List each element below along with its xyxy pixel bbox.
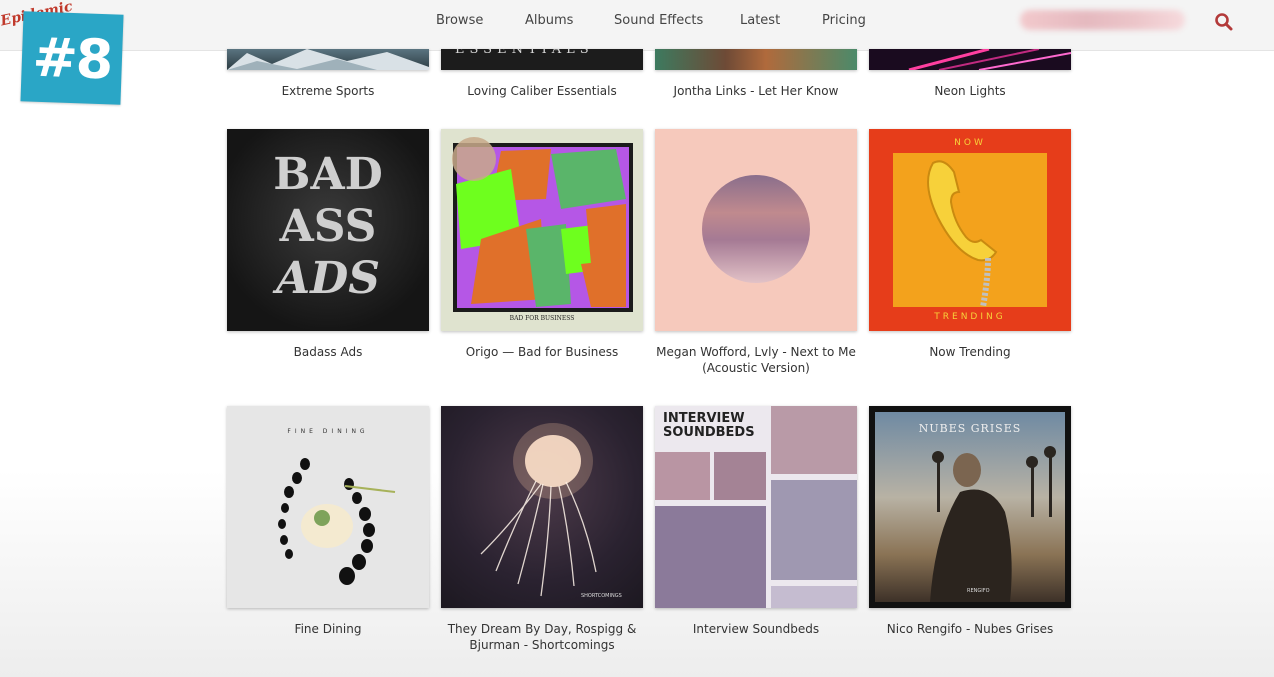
cover-text-line: BAD (273, 149, 383, 200)
nav-albums[interactable]: Albums (525, 13, 573, 28)
cover-text: INTERVIEW SOUNDBEDS (663, 412, 755, 440)
album-title[interactable]: Megan Wofford, Lvly - Next to Me (Acoust… (655, 344, 857, 376)
cover-text-line: INTERVIEW (663, 411, 745, 426)
album-cover[interactable] (869, 49, 1071, 70)
cover-text-line: ADS (275, 253, 381, 304)
album-cover[interactable] (655, 129, 857, 331)
album-cover[interactable]: NUBES GRISES RENGIFO (869, 406, 1071, 608)
album-title[interactable]: Nico Rengifo - Nubes Grises (869, 621, 1071, 637)
album-card[interactable]: SHORTCOMINGS They Dream By Day, Rospigg … (441, 406, 643, 653)
album-card[interactable]: BAD FOR BUSINESS Origo — Bad for Busines… (441, 129, 643, 360)
album-cover[interactable]: SHORTCOMINGS (441, 406, 643, 608)
cover-text: NOW (954, 138, 986, 148)
album-title[interactable]: Neon Lights (869, 83, 1071, 99)
album-title[interactable]: Now Trending (869, 344, 1071, 360)
cover-text: ESSENTIALS (455, 49, 594, 57)
album-card[interactable]: INTERVIEW SOUNDBEDS Interview Soundbeds (655, 406, 857, 637)
album-card[interactable]: NUBES GRISES RENGIFO Nico Rengifo - Nube… (869, 406, 1071, 637)
album-cover[interactable] (655, 49, 857, 70)
album-card[interactable]: BAD ASS ADS Badass Ads (227, 129, 429, 360)
album-cover[interactable]: BAD ASS ADS (227, 129, 429, 331)
cover-photo: NUBES GRISES RENGIFO (875, 412, 1065, 602)
cover-text-line: SOUNDBEDS (663, 425, 755, 440)
search-icon[interactable] (1213, 11, 1235, 33)
album-card[interactable]: ESSENTIALS Loving Caliber Essentials (441, 49, 643, 99)
cover-text: BAD FOR BUSINESS (509, 315, 575, 322)
album-cover[interactable]: INTERVIEW SOUNDBEDS (655, 406, 857, 608)
album-cover[interactable]: FINE DINING (227, 406, 429, 608)
nav-pricing[interactable]: Pricing (822, 13, 866, 28)
nav-browse[interactable]: Browse (436, 13, 483, 28)
album-title[interactable]: Loving Caliber Essentials (441, 83, 643, 99)
album-cover[interactable]: NOW TRENDING (869, 129, 1071, 331)
album-card[interactable]: FINE DINING Fine Dining (227, 406, 429, 637)
album-title[interactable]: Extreme Sports (227, 83, 429, 99)
cover-circle-art (702, 175, 810, 283)
album-card[interactable]: Extreme Sports (227, 49, 429, 99)
cover-text: TRENDING (934, 312, 1006, 322)
account-area-blurred[interactable] (1020, 10, 1185, 30)
nav-sound-effects[interactable]: Sound Effects (614, 13, 703, 28)
top-nav-bar: Epidemic Browse Albums Sound Effects Lat… (0, 0, 1274, 51)
album-card[interactable]: Neon Lights (869, 49, 1071, 99)
cover-text: SHORTCOMINGS (581, 593, 622, 599)
album-cover[interactable]: ESSENTIALS (441, 49, 643, 70)
cover-text: BAD ASS ADS (227, 149, 429, 305)
cover-text: RENGIFO (967, 588, 990, 594)
album-cover[interactable] (227, 49, 429, 70)
ranking-badge: #8 (20, 11, 124, 105)
album-title[interactable]: Jontha Links - Let Her Know (655, 83, 857, 99)
album-title[interactable]: Interview Soundbeds (655, 621, 857, 637)
cover-inner-square (893, 153, 1047, 307)
cover-text: NUBES GRISES (918, 422, 1022, 435)
nav-latest[interactable]: Latest (740, 13, 780, 28)
album-title[interactable]: Badass Ads (227, 344, 429, 360)
album-card[interactable]: NOW TRENDING Now Trending (869, 129, 1071, 360)
album-card[interactable]: Jontha Links - Let Her Know (655, 49, 857, 99)
album-cover[interactable]: BAD FOR BUSINESS (441, 129, 643, 331)
album-title[interactable]: Fine Dining (227, 621, 429, 637)
album-card[interactable]: Megan Wofford, Lvly - Next to Me (Acoust… (655, 129, 857, 376)
cover-text-line: ASS (279, 201, 377, 252)
album-title[interactable]: They Dream By Day, Rospigg & Bjurman - S… (441, 621, 643, 653)
album-title[interactable]: Origo — Bad for Business (441, 344, 643, 360)
